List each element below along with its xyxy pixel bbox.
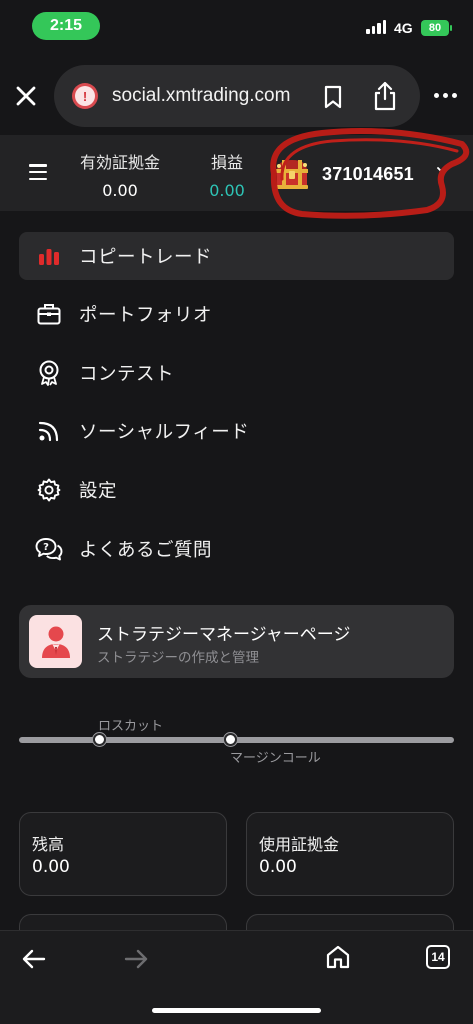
- menu-item-copy-trade[interactable]: コピートレード: [19, 232, 454, 280]
- faq-chat-icon: ?: [19, 537, 79, 561]
- menu-item-portfolio[interactable]: ポートフォリオ: [19, 285, 454, 344]
- chevron-down-icon[interactable]: [437, 167, 449, 175]
- strategy-manager-icon: [29, 615, 82, 668]
- used-margin-card: 使用証拠金 0.00: [246, 812, 454, 896]
- browser-address-bar: ! social.xmtrading.com: [0, 60, 473, 132]
- menu-item-label: コンテスト: [79, 363, 175, 385]
- security-warning-icon[interactable]: !: [72, 83, 98, 109]
- stop-out-marker: [93, 733, 106, 746]
- home-icon[interactable]: [325, 944, 351, 970]
- balance-card: 残高 0.00: [19, 812, 227, 896]
- used-margin-value: 0.00: [259, 857, 297, 877]
- share-icon[interactable]: [372, 81, 398, 111]
- bookmark-icon[interactable]: [322, 85, 344, 109]
- forward-arrow-icon[interactable]: [124, 949, 148, 969]
- pnl-label: 損益: [210, 153, 243, 172]
- treasure-chest-icon: [276, 160, 308, 189]
- account-selector[interactable]: 371014651: [274, 157, 414, 191]
- status-bar: 2:15 4G 80: [0, 0, 473, 52]
- margin-call-label: マージンコール: [230, 751, 321, 766]
- cellular-signal-icon: [366, 20, 386, 34]
- account-header: 有効証拠金 0.00 損益 0.00 371014651: [0, 135, 473, 211]
- award-icon: [19, 360, 79, 386]
- bar-chart-icon: [19, 247, 79, 265]
- status-time: 2:15: [32, 12, 100, 40]
- back-arrow-icon[interactable]: [22, 949, 46, 969]
- menu-item-label: ソーシャルフィード: [79, 422, 250, 444]
- more-icon[interactable]: [434, 93, 457, 98]
- url-field[interactable]: ! social.xmtrading.com: [54, 65, 420, 127]
- strategy-manager-card[interactable]: ストラテジーマネージャーページ ストラテジーの作成と管理: [19, 605, 454, 678]
- network-type: 4G: [394, 20, 413, 36]
- menu-item-label: コピートレード: [79, 247, 213, 268]
- menu-item-faq[interactable]: ? よくあるご質問: [19, 519, 454, 578]
- rss-icon: [19, 420, 79, 442]
- equity-label: 有効証拠金: [79, 153, 160, 172]
- tabs-icon[interactable]: 14: [426, 945, 450, 969]
- pnl-stat: 損益 0.00: [200, 149, 254, 200]
- menu-item-settings[interactable]: 設定: [19, 461, 454, 520]
- used-margin-label: 使用証拠金: [259, 835, 340, 854]
- balance-label: 残高: [32, 835, 65, 854]
- gear-icon: [19, 478, 79, 502]
- account-number[interactable]: 371014651: [322, 164, 414, 185]
- margin-call-marker: [224, 733, 237, 746]
- close-icon[interactable]: [14, 84, 38, 108]
- menu-item-label: よくあるご質問: [79, 539, 213, 561]
- battery-level: 80: [428, 22, 442, 34]
- hamburger-menu-icon[interactable]: [29, 164, 47, 180]
- menu-item-label: ポートフォリオ: [79, 305, 213, 327]
- briefcase-icon: [19, 303, 79, 325]
- menu-item-contest[interactable]: コンテスト: [19, 344, 454, 403]
- pnl-value: 0.00: [209, 181, 245, 200]
- strategy-card-subtitle: ストラテジーの作成と管理: [97, 650, 259, 666]
- menu-item-label: 設定: [79, 481, 118, 503]
- url-text[interactable]: social.xmtrading.com: [112, 85, 290, 107]
- battery-icon: 80: [421, 20, 452, 36]
- home-indicator: [152, 1008, 321, 1013]
- svg-text:?: ?: [43, 542, 49, 553]
- equity-value: 0.00: [102, 181, 138, 200]
- stop-out-label: ロスカット: [98, 719, 164, 734]
- tabs-count: 14: [431, 950, 445, 964]
- menu-item-social-feed[interactable]: ソーシャルフィード: [19, 402, 454, 461]
- balance-value: 0.00: [32, 857, 70, 877]
- side-menu: コピートレード ポートフォリオ コンテスト ソーシャルフィード 設定 ? よくあ…: [19, 232, 454, 578]
- equity-stat: 有効証拠金 0.00: [78, 149, 162, 200]
- strategy-card-title: ストラテジーマネージャーページ: [97, 625, 351, 645]
